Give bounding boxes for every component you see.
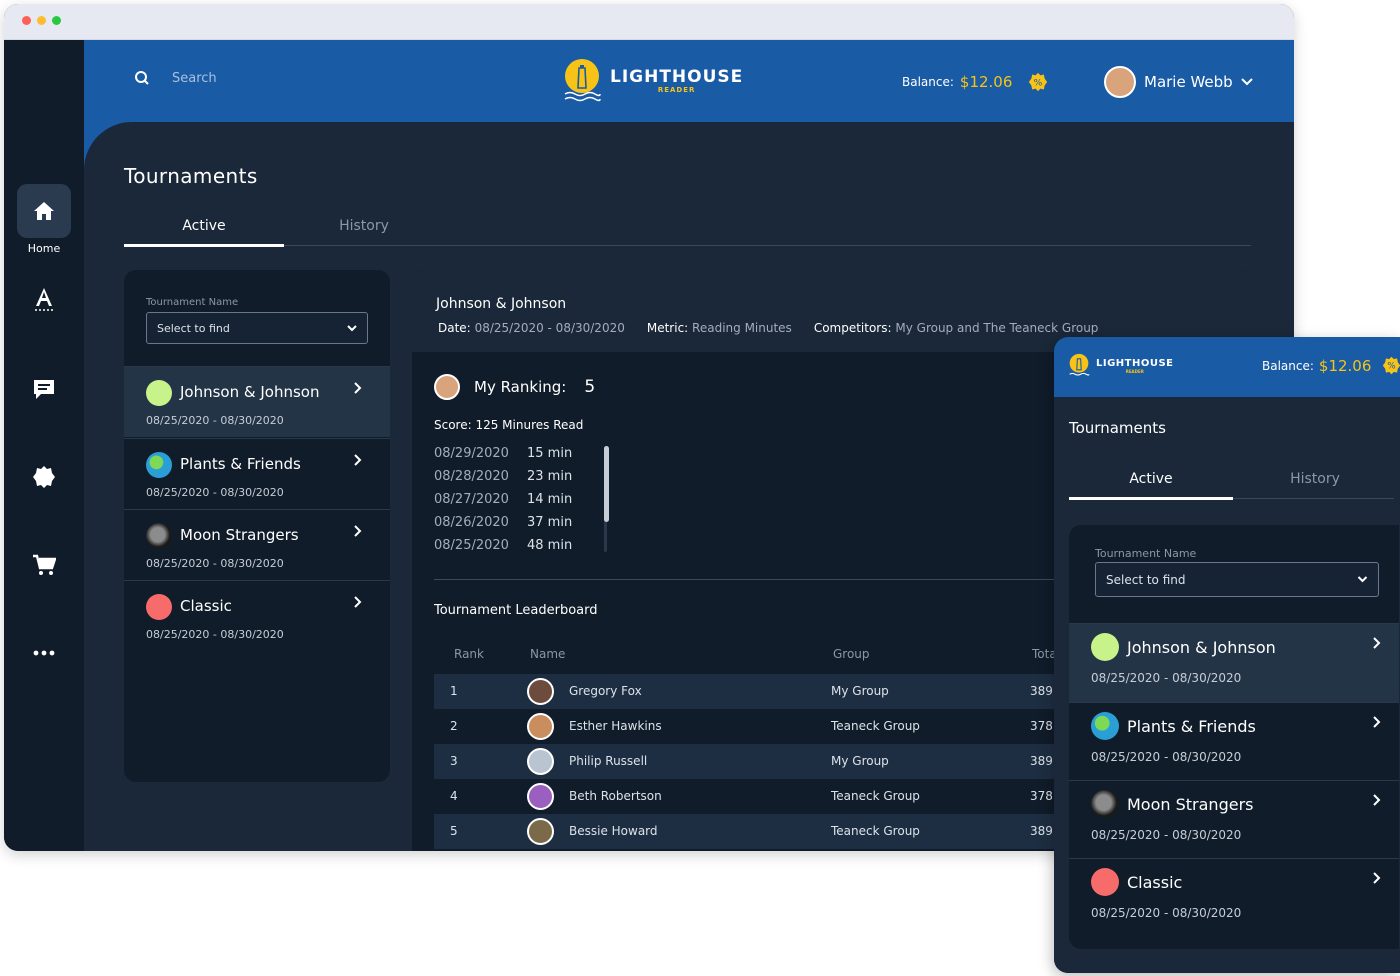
- tournament-name: Johnson & Johnson: [1127, 638, 1276, 657]
- tournament-name: Moon Strangers: [1127, 795, 1254, 814]
- logo-title: LIGHTHOUSE: [1096, 358, 1174, 369]
- sidebar-item-more[interactable]: [17, 626, 71, 680]
- filter-label: Tournament Name: [1095, 547, 1197, 560]
- avatar: [1104, 66, 1136, 98]
- svg-text:%: %: [1034, 77, 1043, 88]
- tab-active[interactable]: Active: [1069, 471, 1233, 487]
- sidebar: Home: [4, 40, 84, 851]
- tournament-select[interactable]: Select to find: [1095, 562, 1379, 597]
- balance-value: $12.06: [959, 73, 1013, 91]
- tournament-icon: [1091, 712, 1119, 740]
- select-placeholder: Select to find: [1106, 572, 1186, 587]
- tab-history[interactable]: History: [1233, 471, 1397, 487]
- balance-label: Balance:: [1262, 358, 1314, 373]
- svg-text:%: %: [1388, 362, 1396, 372]
- tournament-dates: 08/25/2020 - 08/30/2020: [1091, 750, 1242, 764]
- chevron-right-icon: [1373, 716, 1381, 728]
- tournament-dates: 08/25/2020 - 08/30/2020: [1091, 671, 1242, 685]
- chevron-right-icon: [1373, 637, 1381, 649]
- window-titlebar: [4, 4, 1294, 40]
- mobile-preview: LIGHTHOUSE READER Balance: $12.06 % Tour…: [1054, 337, 1400, 973]
- reading-icon: [35, 288, 53, 311]
- tournament-dates: 08/25/2020 - 08/30/2020: [1091, 828, 1242, 842]
- maximize-window-button[interactable]: [52, 16, 61, 25]
- coin-badge-icon: %: [1383, 356, 1400, 375]
- balance-value: $12.06: [1318, 356, 1372, 375]
- chevron-right-icon: [1373, 872, 1381, 884]
- tournament-name: Classic: [1127, 873, 1183, 892]
- tournament-icon: [1091, 790, 1119, 818]
- tournament-item[interactable]: Johnson & Johnson 08/25/2020 - 08/30/202…: [1069, 623, 1399, 702]
- minimize-window-button[interactable]: [37, 16, 46, 25]
- mobile-balance: Balance: $12.06 %: [1262, 356, 1400, 375]
- tournament-item[interactable]: Classic 08/25/2020 - 08/30/2020: [1069, 858, 1399, 937]
- close-window-button[interactable]: [22, 16, 31, 25]
- sidebar-item-messages[interactable]: [17, 362, 71, 416]
- search-icon: [135, 71, 149, 85]
- search-input[interactable]: Search: [172, 71, 217, 86]
- tournament-item[interactable]: Plants & Friends 08/25/2020 - 08/30/2020: [1069, 702, 1399, 781]
- tournament-icon: [1091, 633, 1119, 661]
- user-name: Marie Webb: [1144, 73, 1233, 91]
- lighthouse-icon: [1069, 353, 1090, 376]
- search-box[interactable]: Search: [134, 70, 217, 86]
- logo-subtitle: READER: [1125, 369, 1144, 374]
- badge-icon: [33, 466, 55, 488]
- top-bar: Search LIGHTHOUSE READER Balance: $12.06…: [84, 40, 1294, 122]
- app-logo: LIGHTHOUSE READER: [562, 58, 743, 104]
- chevron-down-icon: [1357, 576, 1368, 583]
- page-title: Tournaments: [1069, 419, 1166, 437]
- sidebar-item-shop[interactable]: [17, 538, 71, 592]
- sidebar-item-home[interactable]: [17, 184, 71, 238]
- logo-subtitle: READER: [657, 86, 696, 94]
- balance-display: Balance: $12.06 %: [902, 72, 1048, 92]
- sidebar-item-label: Home: [27, 242, 61, 255]
- tab-bar: Active History: [1069, 467, 1397, 500]
- tournament-icon: [1091, 868, 1119, 896]
- tournament-item[interactable]: Moon Strangers 08/25/2020 - 08/30/2020: [1069, 780, 1399, 859]
- more-icon: [33, 650, 55, 656]
- sidebar-item-reading[interactable]: [17, 272, 71, 326]
- tab-underline: [1069, 497, 1233, 500]
- user-menu[interactable]: Marie Webb: [1104, 66, 1253, 98]
- coin-badge-icon: %: [1029, 72, 1048, 92]
- lighthouse-icon: [564, 59, 601, 102]
- chevron-down-icon: [1240, 78, 1253, 86]
- mobile-app-logo: LIGHTHOUSE READER: [1068, 353, 1174, 379]
- logo-title: LIGHTHOUSE: [610, 67, 744, 87]
- tournament-dates: 08/25/2020 - 08/30/2020: [1091, 906, 1242, 920]
- messages-icon: [34, 380, 54, 399]
- sidebar-item-badges[interactable]: [17, 450, 71, 504]
- cart-icon: [33, 554, 56, 575]
- balance-label: Balance:: [902, 75, 954, 89]
- chevron-right-icon: [1373, 794, 1381, 806]
- home-icon: [34, 202, 54, 220]
- tournament-list-card: Tournament Name Select to find Johnson &…: [1069, 525, 1399, 949]
- tournament-name: Plants & Friends: [1127, 717, 1256, 736]
- mobile-top-bar: LIGHTHOUSE READER Balance: $12.06 %: [1054, 337, 1400, 397]
